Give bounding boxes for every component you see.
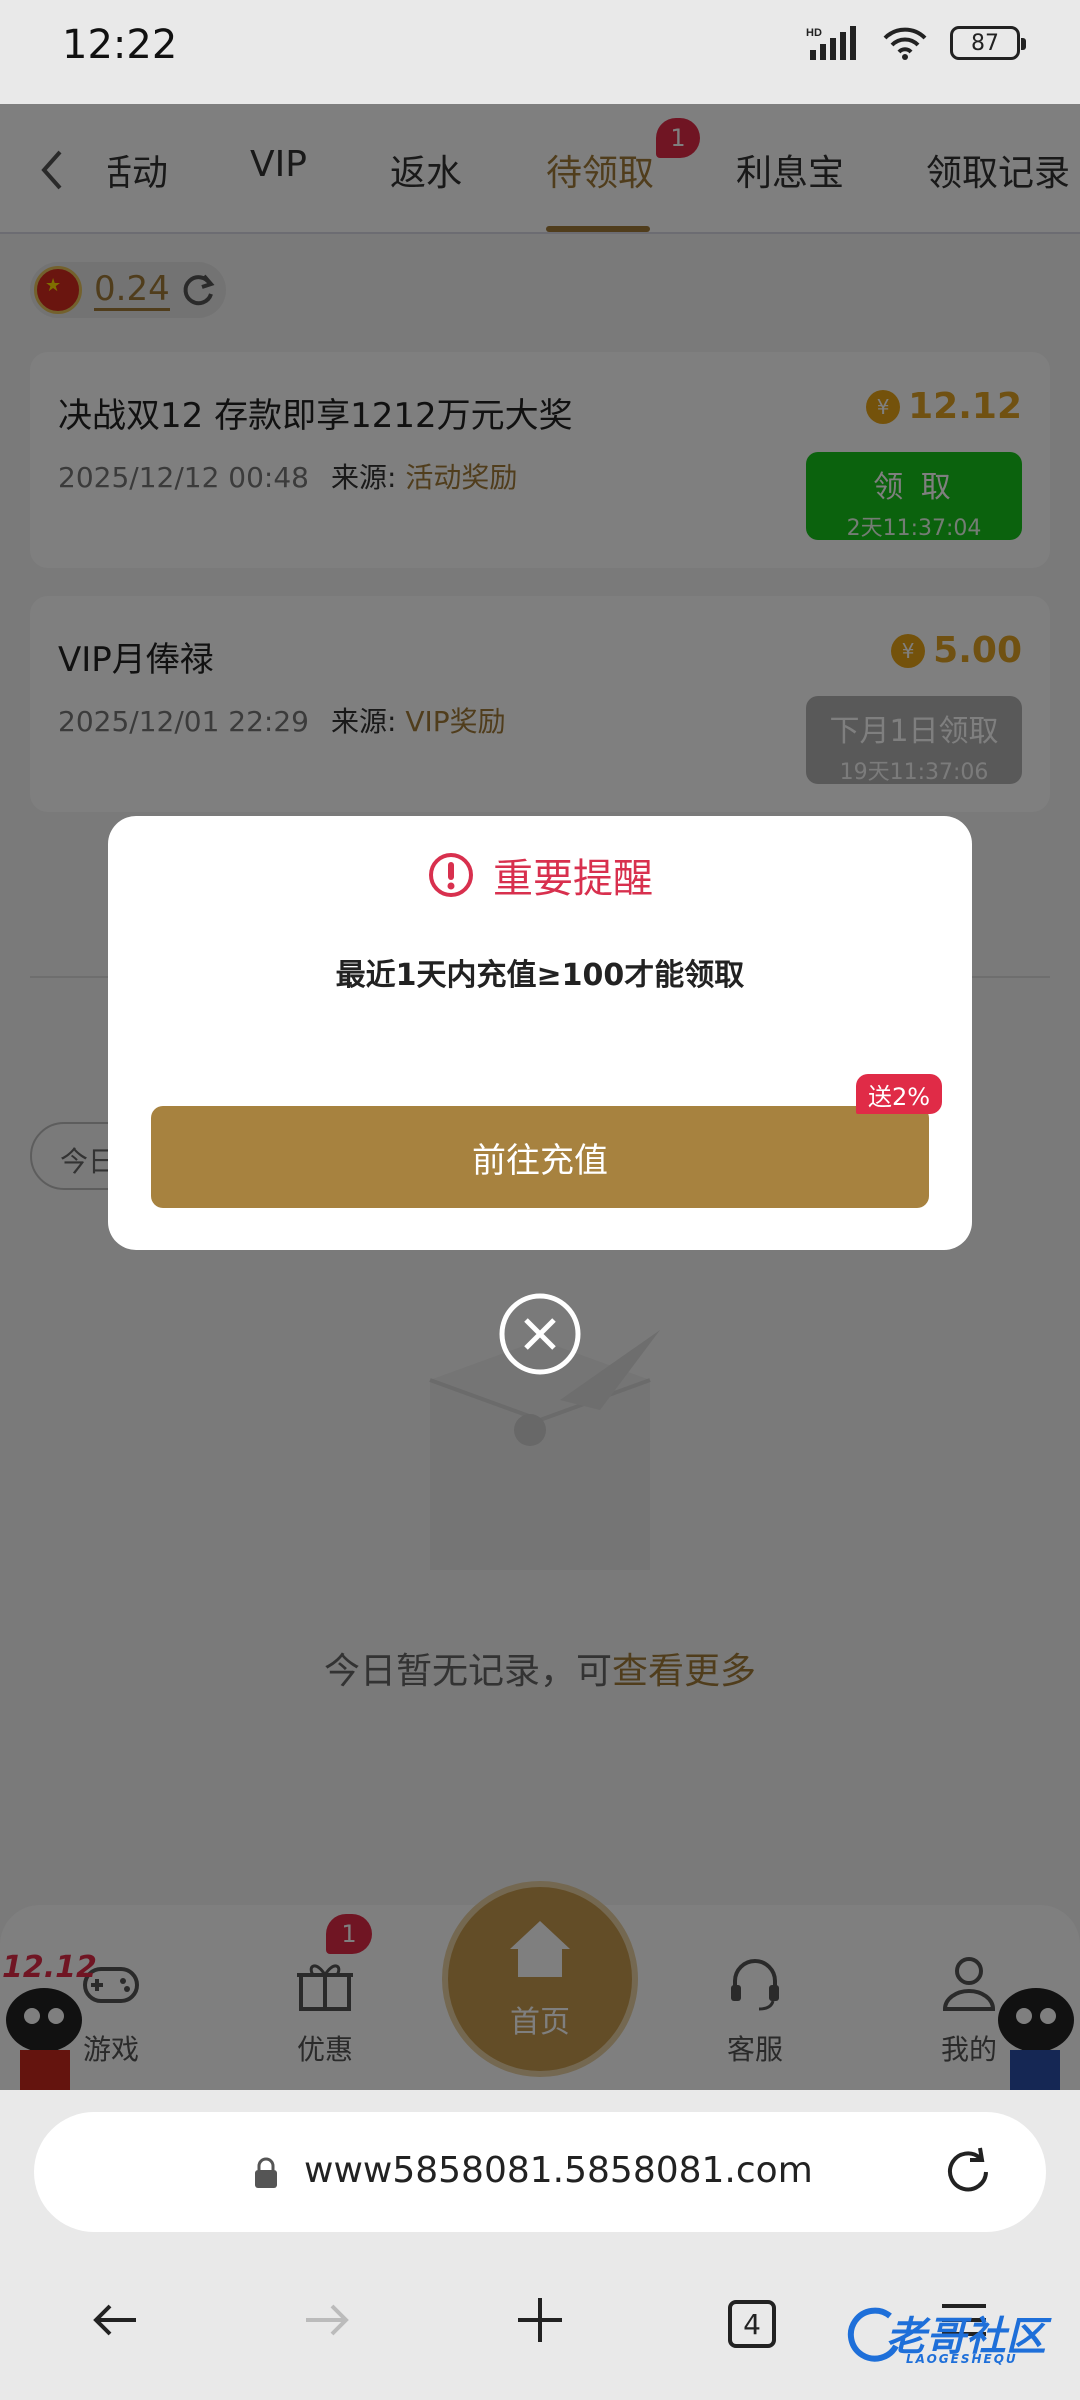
watermark-logo: 老哥社区 LAOGESHEQU [842,2300,1064,2370]
status-time: 12:22 [62,22,178,68]
tab-switcher[interactable]: 4 [728,2300,776,2348]
signal-icon: HD [806,26,856,60]
browser-forward-icon[interactable] [296,2290,356,2350]
address-bar[interactable]: www5858081.5858081.com [34,2112,1046,2232]
status-bar: 12:22 HD 87 [0,0,1080,104]
battery-icon: 87 [950,26,1026,60]
modal-title: 重要提醒 [493,856,653,902]
reminder-modal: 重要提醒 最近1天内充值≥100才能领取 送2% 前往充值 [108,816,972,1250]
lock-icon [255,2157,277,2188]
bonus-tag: 送2% [856,1074,942,1114]
status-icons: HD 87 [806,26,1026,60]
reload-icon[interactable] [940,2144,996,2200]
modal-header: 重要提醒 [108,846,972,904]
go-recharge-button[interactable]: 前往充值 [151,1106,929,1208]
new-tab-icon[interactable] [510,2290,570,2350]
browser-back-icon[interactable] [86,2290,146,2350]
modal-message: 最近1天内充值≥100才能领取 [335,958,745,993]
alert-icon [429,853,473,897]
network-label: HD [806,27,822,39]
url-text: www5858081.5858081.com [304,2150,813,2191]
watermark-subtext: LAOGESHEQU [906,2352,1018,2366]
wifi-icon [883,27,927,60]
close-icon[interactable] [498,1292,582,1376]
